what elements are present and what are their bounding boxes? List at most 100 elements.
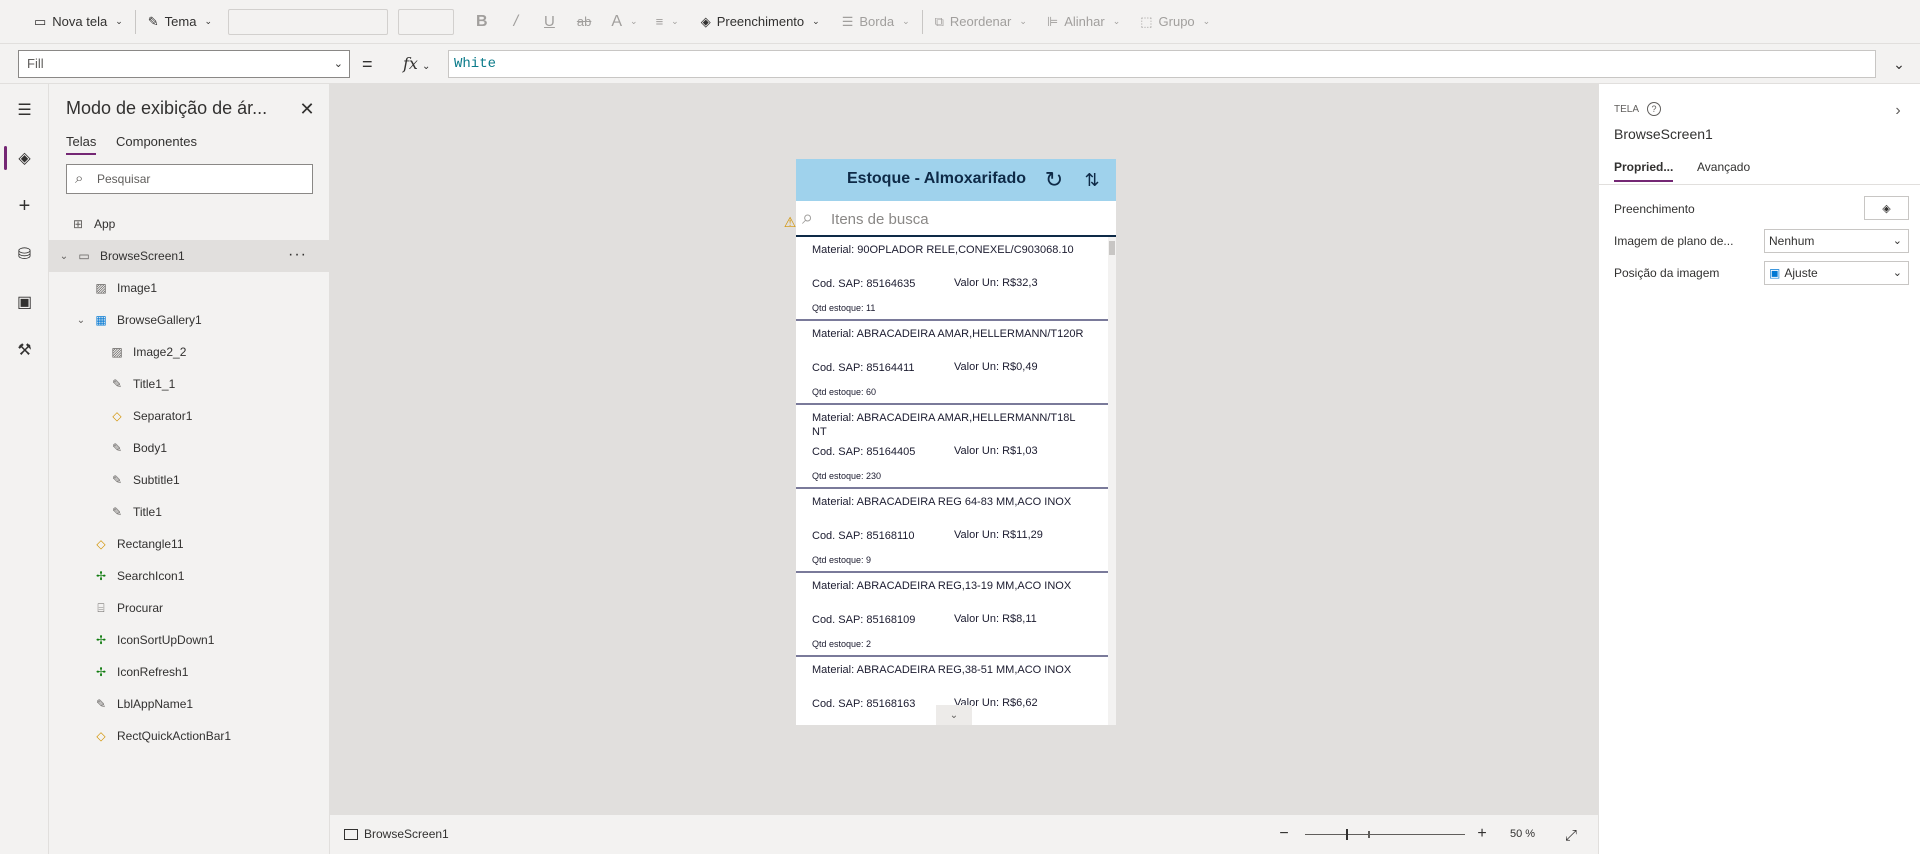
tree-item[interactable]: ✢ IconRefresh1: [49, 656, 329, 688]
media-button[interactable]: ▣: [0, 284, 49, 320]
gallery-item[interactable]: Material: ABRACADEIRA REG,13-19 MM,ACO I…: [796, 573, 1108, 657]
sort-up-down-icon[interactable]: ⇅: [1081, 167, 1103, 193]
expand-icon: ⤢: [1564, 826, 1577, 844]
paint-bucket-icon: ◈: [700, 13, 711, 29]
tree-item[interactable]: ✎ Subtitle1: [49, 464, 329, 496]
tab-advanced[interactable]: Avançado: [1697, 160, 1750, 180]
unit-value: Valor Un: R$8,11: [954, 613, 1037, 625]
tab-telas[interactable]: Telas: [66, 134, 97, 155]
theme-button[interactable]: ✎ Tema ⌄: [142, 7, 218, 37]
new-screen-button[interactable]: ▭ Nova tela ⌄: [28, 7, 129, 37]
tree-item[interactable]: ⌸ Procurar: [49, 592, 329, 624]
scroll-thumb[interactable]: [1109, 241, 1115, 255]
gallery-item[interactable]: Material: ABRACADEIRA REG 64-83 MM,ACO I…: [796, 489, 1108, 573]
tree-item[interactable]: ◇ Rectangle11: [49, 528, 329, 560]
gallery-item[interactable]: Material: ABRACADEIRA AMAR,HELLERMANN/T1…: [796, 321, 1108, 405]
close-button[interactable]: ✕: [296, 98, 318, 120]
font-color-button[interactable]: A ⌄: [605, 7, 643, 37]
image-icon: ▨: [111, 345, 123, 359]
property-dropdown[interactable]: Fill ⌄: [18, 50, 350, 78]
refresh-icon[interactable]: ↻: [1041, 167, 1067, 193]
zoom-slider[interactable]: [1305, 834, 1465, 835]
help-icon[interactable]: ?: [1647, 102, 1662, 116]
label-icon: ✎: [95, 697, 107, 711]
expand-formula-button[interactable]: ⌄: [1884, 50, 1914, 78]
insert-button[interactable]: +: [0, 188, 49, 224]
underline-button[interactable]: U: [538, 7, 561, 37]
tree-item[interactable]: ◇ Separator1: [49, 400, 329, 432]
tree-item[interactable]: ✎ Body1: [49, 432, 329, 464]
tree-item[interactable]: ▨ Image1: [49, 272, 329, 304]
tree-item[interactable]: ⊞ App: [49, 208, 329, 240]
bold-button[interactable]: B: [470, 7, 494, 37]
tree-item[interactable]: ✎ Title1: [49, 496, 329, 528]
app-search-input[interactable]: ⌕ Itens de busca: [796, 201, 1116, 237]
fill-label: Preenchimento: [1614, 202, 1695, 216]
more-options-icon[interactable]: ···: [288, 246, 307, 264]
zoom-in-button[interactable]: +: [1472, 824, 1492, 844]
fill-button[interactable]: ◈ Preenchimento ⌄: [695, 7, 826, 37]
fill-color-picker[interactable]: ◈: [1864, 196, 1909, 220]
fx-button[interactable]: fx ⌄: [403, 50, 447, 78]
gallery-next-button[interactable]: ⌄: [936, 705, 972, 725]
tree-item-label: IconRefresh1: [117, 665, 189, 679]
image-icon: ▣: [1769, 266, 1781, 280]
group-label: Grupo: [1158, 14, 1195, 29]
label-icon: ✎: [111, 473, 123, 487]
reorder-icon: ⧉: [934, 13, 944, 29]
menu-button[interactable]: ☰: [0, 92, 49, 128]
chevron-right-icon: ›: [1895, 102, 1901, 119]
stock-qty: Qtd estoque: 2: [812, 639, 872, 649]
collapse-chevron-icon[interactable]: ⌄: [57, 251, 71, 262]
align-button[interactable]: ⊫ Alinhar ⌄: [1041, 7, 1126, 37]
tree-item[interactable]: ▨ Image2_2: [49, 336, 329, 368]
tree-item-label: BrowseScreen1: [100, 249, 185, 263]
tab-properties[interactable]: Propried...: [1614, 160, 1674, 182]
tree-item[interactable]: ⌄ ▦ BrowseGallery1: [49, 304, 329, 336]
material-title: Material: ABRACADEIRA AMAR,HELLERMANN/T1…: [812, 412, 1076, 438]
reorder-button[interactable]: ⧉ Reordenar ⌄: [929, 7, 1033, 37]
browse-gallery[interactable]: Material: 90OPLADOR RELE,CONEXEL/C903068…: [796, 237, 1108, 725]
tree-item-label: Subtitle1: [133, 473, 180, 487]
text-align-button[interactable]: ≡ ⌄: [650, 7, 685, 37]
strikethrough-button[interactable]: ab: [571, 7, 597, 37]
formula-input[interactable]: White: [448, 50, 1876, 78]
data-button[interactable]: ⛁: [0, 236, 49, 272]
search-input[interactable]: ⌕ Pesquisar: [66, 164, 313, 194]
chevron-down-icon: ⌄: [1112, 16, 1121, 26]
chevron-down-icon: ⌄: [1892, 235, 1902, 247]
zoom-value: 50 %: [1510, 828, 1536, 840]
gallery-item[interactable]: Material: ABRACADEIRA AMAR,HELLERMANN/T1…: [796, 405, 1108, 489]
font-family-dropdown[interactable]: [228, 8, 389, 35]
tree-item[interactable]: ◇ RectQuickActionBar1: [49, 720, 329, 752]
zoom-slider-thumb[interactable]: [1346, 829, 1348, 840]
toolbar-divider: [134, 9, 136, 34]
tree-item[interactable]: ⌄ ▭ BrowseScreen1 ···: [49, 240, 329, 272]
tree-item-label: App: [94, 217, 116, 231]
tab-componentes[interactable]: Componentes: [116, 134, 197, 153]
image-position-dropdown[interactable]: ▣ Ajuste ⌄: [1764, 261, 1909, 285]
bg-image-dropdown[interactable]: Nenhum ⌄: [1764, 229, 1909, 253]
tools-icon: ⚒: [17, 342, 32, 359]
app-screen-preview[interactable]: Estoque - Almoxarifado ↻ ⇅ ⌕ Itens de bu…: [796, 159, 1116, 725]
screen-selector[interactable]: BrowseScreen1: [344, 827, 449, 841]
italic-button[interactable]: /: [508, 7, 524, 37]
tree-item[interactable]: ✢ SearchIcon1: [49, 560, 329, 592]
font-size-dropdown[interactable]: [398, 8, 455, 35]
collapse-chevron-icon[interactable]: ⌄: [74, 315, 88, 326]
group-button[interactable]: ⬚ Grupo ⌄: [1134, 7, 1216, 37]
gallery-item[interactable]: Material: 90OPLADOR RELE,CONEXEL/C903068…: [796, 237, 1108, 321]
property-value: Fill: [27, 56, 44, 71]
fit-to-window-button[interactable]: ⤢: [1560, 824, 1582, 846]
tree-item[interactable]: ✎ Title1_1: [49, 368, 329, 400]
tree-item[interactable]: ✢ IconSortUpDown1: [49, 624, 329, 656]
collapse-panel-button[interactable]: ›: [1889, 102, 1907, 120]
sap-code: Cod. SAP: 85168110: [812, 530, 915, 542]
advanced-tools-button[interactable]: ⚒: [0, 332, 49, 368]
border-button[interactable]: ☰ Borda ⌄: [836, 7, 916, 37]
tree-item[interactable]: ✎ LblAppName1: [49, 688, 329, 720]
zoom-out-button[interactable]: −: [1274, 824, 1294, 844]
unit-value: Valor Un: R$1,03: [954, 445, 1038, 457]
tree-view-button[interactable]: ◈: [0, 140, 49, 176]
gallery-scrollbar[interactable]: [1108, 237, 1116, 725]
